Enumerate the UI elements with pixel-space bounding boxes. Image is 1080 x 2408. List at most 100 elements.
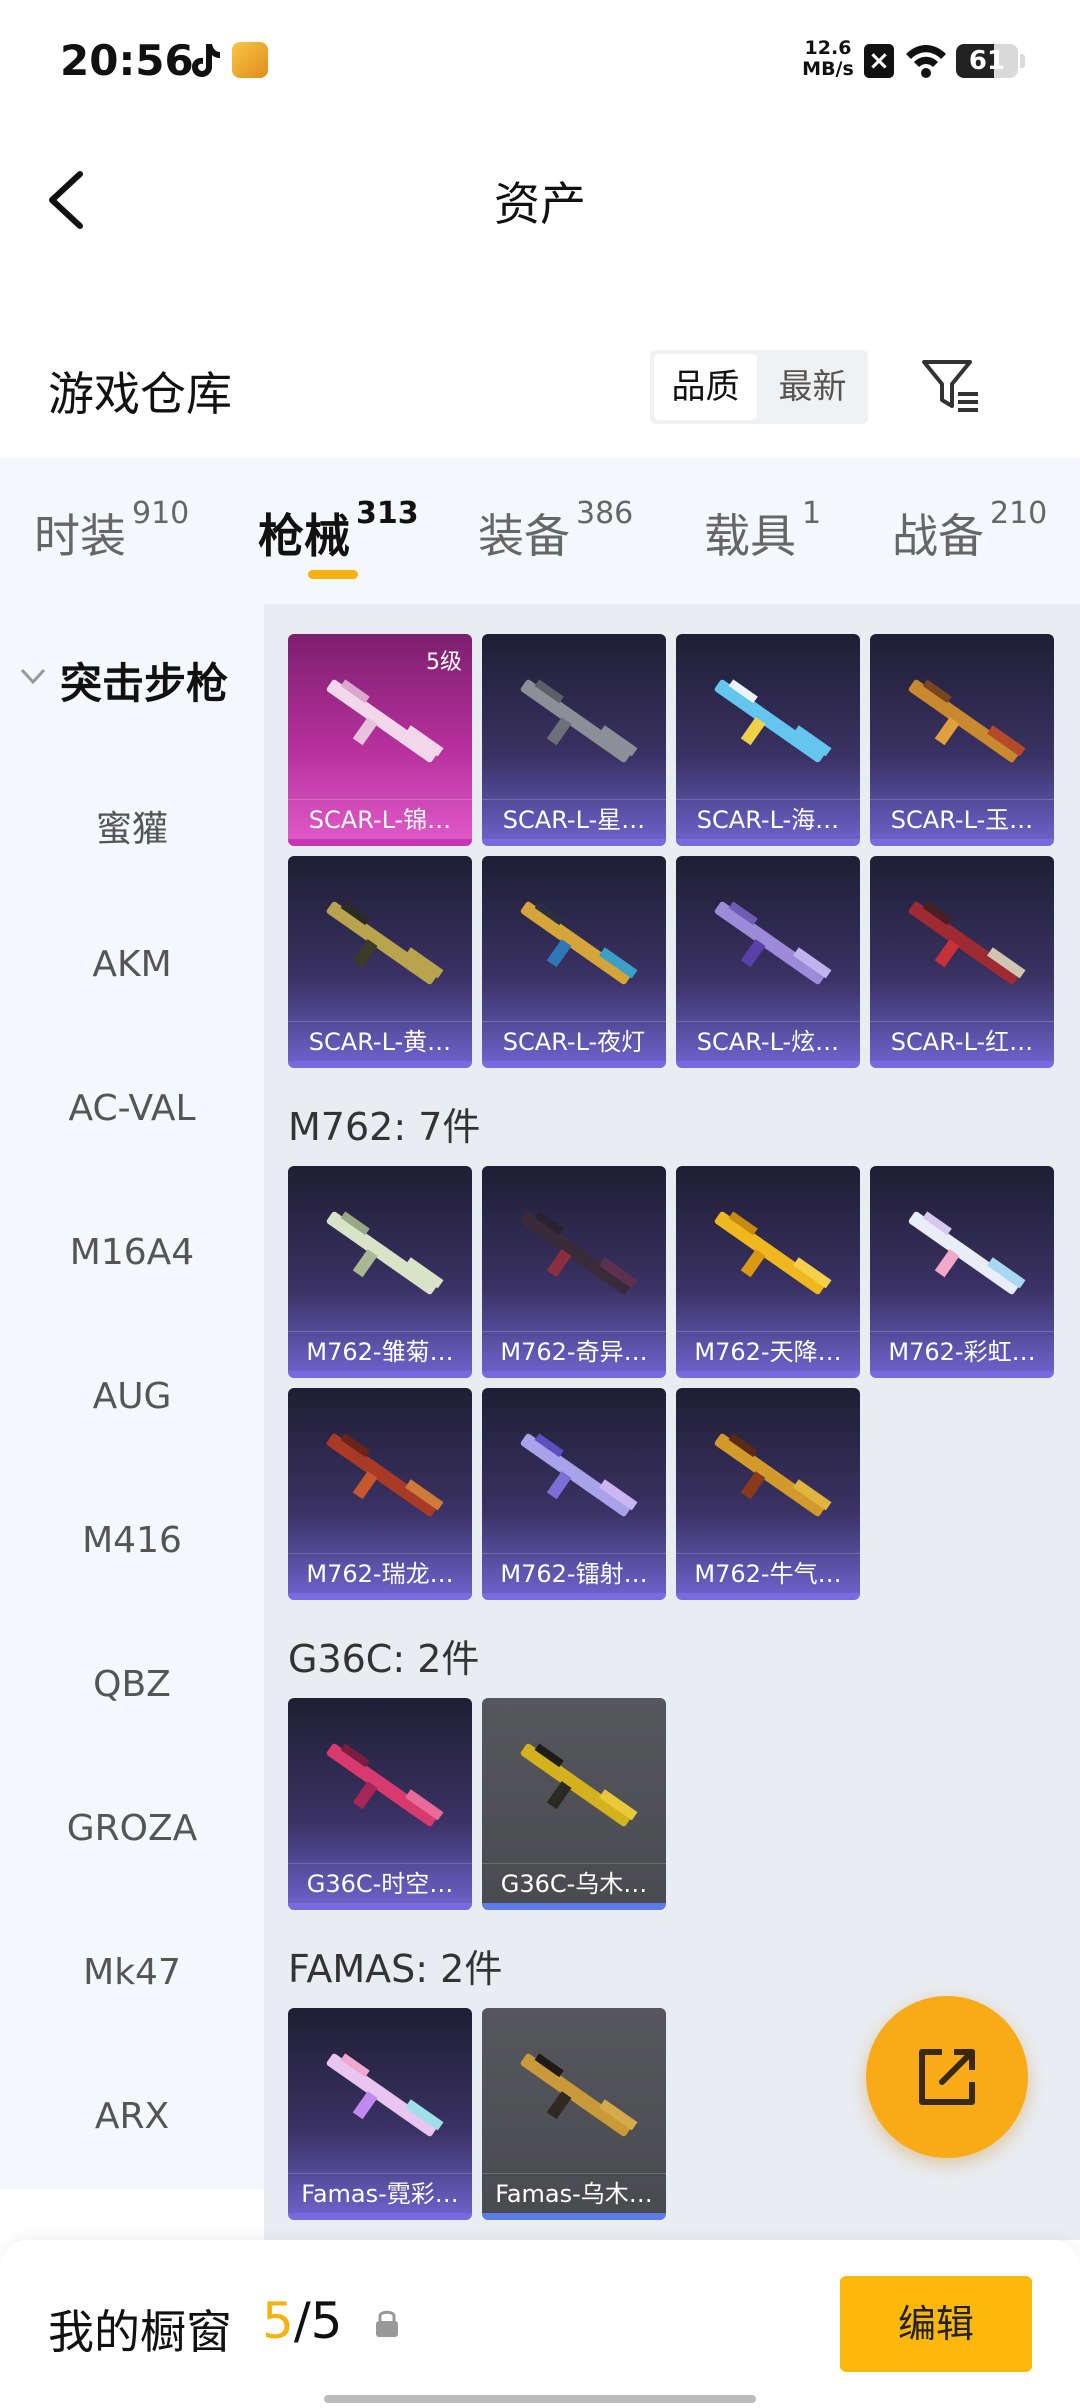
sort-option-newest[interactable]: 最新 <box>761 354 864 420</box>
weapon-card[interactable]: 5级 SCAR-L-锦… <box>288 634 472 846</box>
home-indicator[interactable] <box>324 2395 756 2403</box>
weapon-card-label: M762-镭射… <box>482 1553 666 1593</box>
tab-vehicles[interactable]: 载具 1 <box>704 496 821 566</box>
rifle-icon <box>714 1433 832 1517</box>
rifle-icon <box>520 1211 638 1295</box>
weapon-card[interactable]: M762-瑞龙… <box>288 1388 472 1600</box>
weapon-card-label: SCAR-L-红… <box>870 1021 1054 1061</box>
rifle-icon <box>326 679 444 763</box>
rail-item-honey-badger[interactable]: 蜜獾 <box>0 800 264 852</box>
rifle-icon <box>326 901 444 985</box>
filter-icon[interactable] <box>920 356 982 416</box>
rifle-icon <box>520 1743 638 1827</box>
weapon-card[interactable]: M762-天降… <box>676 1166 860 1378</box>
tab-equipment[interactable]: 装备 386 <box>478 496 633 566</box>
rail-item-ac-val[interactable]: AC-VAL <box>0 1088 264 1129</box>
weapon-card[interactable]: M762-雏菊… <box>288 1166 472 1378</box>
no-sim-icon: × <box>864 44 894 78</box>
weapon-card-label: Famas-霓彩… <box>288 2173 472 2213</box>
weapon-card-label: G36C-乌木… <box>482 1863 666 1903</box>
rifle-icon <box>520 1433 638 1517</box>
rifle-icon <box>908 1211 1026 1295</box>
status-time: 20:56 <box>60 36 194 85</box>
weapon-card[interactable]: M762-牛气… <box>676 1388 860 1600</box>
active-tab-indicator <box>308 570 358 579</box>
weapon-card-label: G36C-时空… <box>288 1863 472 1903</box>
tab-fashion[interactable]: 时装 910 <box>34 496 189 566</box>
share-export-button[interactable] <box>866 1996 1028 2158</box>
rifle-icon <box>326 1211 444 1295</box>
network-speed: 12.6 MB/s <box>802 37 854 80</box>
weapon-card[interactable]: SCAR-L-炫… <box>676 856 860 1068</box>
rifle-icon <box>714 901 832 985</box>
sort-toggle: 品质 最新 <box>650 350 868 424</box>
weapon-card[interactable]: G36C-乌木… <box>482 1698 666 1910</box>
page-title: 资产 <box>494 177 586 231</box>
weapon-card[interactable]: SCAR-L-玉… <box>870 634 1054 846</box>
weapon-card-label: SCAR-L-玉… <box>870 799 1054 839</box>
weapon-card-label: M762-彩虹… <box>870 1331 1054 1371</box>
rail-item-qbz[interactable]: QBZ <box>0 1664 264 1705</box>
tab-guns[interactable]: 枪械 313 <box>258 496 419 566</box>
weapon-card[interactable]: SCAR-L-红… <box>870 856 1054 1068</box>
rail-item-m16a4[interactable]: M16A4 <box>0 1232 264 1273</box>
weapon-card[interactable]: Famas-霓彩… <box>288 2008 472 2220</box>
rifle-icon <box>520 2053 638 2137</box>
rifle-icon <box>714 679 832 763</box>
rifle-icon <box>908 901 1026 985</box>
weapon-card[interactable]: SCAR-L-星… <box>482 634 666 846</box>
weapon-card[interactable]: M762-彩虹… <box>870 1166 1054 1378</box>
rail-item-aug[interactable]: AUG <box>0 1376 264 1417</box>
battery-cap <box>1020 54 1025 68</box>
weapon-card-label: Famas-乌木… <box>482 2173 666 2213</box>
sort-option-quality[interactable]: 品质 <box>654 354 757 420</box>
edit-button[interactable]: 编辑 <box>840 2276 1032 2372</box>
status-bar: 20:56 12.6 MB/s × 61 <box>0 0 1080 120</box>
share-export-icon <box>919 2049 975 2105</box>
weapon-card-label: M762-天降… <box>676 1331 860 1371</box>
rifle-icon <box>520 679 638 763</box>
weapon-card-label: SCAR-L-夜灯 <box>482 1021 666 1061</box>
weapon-card[interactable]: M762-镭射… <box>482 1388 666 1600</box>
rifle-icon <box>714 1211 832 1295</box>
section-title-m762: M762: 7件 <box>288 1105 481 1149</box>
weapon-card[interactable]: SCAR-L-黄… <box>288 856 472 1068</box>
weapon-card[interactable]: G36C-时空… <box>288 1698 472 1910</box>
showcase-count: 5/5 <box>262 2292 343 2350</box>
weapon-card[interactable]: SCAR-L-夜灯 <box>482 856 666 1068</box>
wifi-icon <box>906 45 946 78</box>
tiktok-icon <box>192 44 220 77</box>
weapon-card-label: M762-牛气… <box>676 1553 860 1593</box>
weapon-card[interactable]: M762-奇异… <box>482 1166 666 1378</box>
weapon-card-label: SCAR-L-星… <box>482 799 666 839</box>
warehouse-title: 游戏仓库 <box>48 367 232 421</box>
rail-item-mk47[interactable]: Mk47 <box>0 1952 264 1993</box>
rifle-icon <box>326 1433 444 1517</box>
rifle-icon <box>520 901 638 985</box>
weapon-card-label: M762-瑞龙… <box>288 1553 472 1593</box>
rail-heading-assault-rifle[interactable]: 突击步枪 <box>60 650 228 711</box>
chevron-down-icon <box>20 668 46 685</box>
weapon-card-label: SCAR-L-炫… <box>676 1021 860 1061</box>
weapon-card-label: SCAR-L-黄… <box>288 1021 472 1061</box>
tab-supplies[interactable]: 战备 210 <box>892 496 1047 566</box>
weapon-card-label: M762-奇异… <box>482 1331 666 1371</box>
showcase-label: 我的橱窗 <box>48 2305 232 2359</box>
weapon-card[interactable]: SCAR-L-海… <box>676 634 860 846</box>
rifle-icon <box>326 2053 444 2137</box>
weapon-card-label: M762-雏菊… <box>288 1331 472 1371</box>
battery-level: 61 <box>968 46 1006 76</box>
rail-item-groza[interactable]: GROZA <box>0 1808 264 1849</box>
section-title-g36c: G36C: 2件 <box>288 1637 480 1681</box>
weapon-card-label: SCAR-L-海… <box>676 799 860 839</box>
app-notification-icon <box>232 42 268 78</box>
section-title-famas: FAMAS: 2件 <box>288 1947 503 1991</box>
rail-item-m416[interactable]: M416 <box>0 1520 264 1561</box>
rifle-icon <box>326 1743 444 1827</box>
weapon-card[interactable]: Famas-乌木… <box>482 2008 666 2220</box>
weapon-card-label: SCAR-L-锦… <box>288 799 472 839</box>
rail-item-arx[interactable]: ARX <box>0 2096 264 2137</box>
lock-icon <box>376 2310 398 2337</box>
rail-item-akm[interactable]: AKM <box>0 944 264 985</box>
rifle-icon <box>908 679 1026 763</box>
